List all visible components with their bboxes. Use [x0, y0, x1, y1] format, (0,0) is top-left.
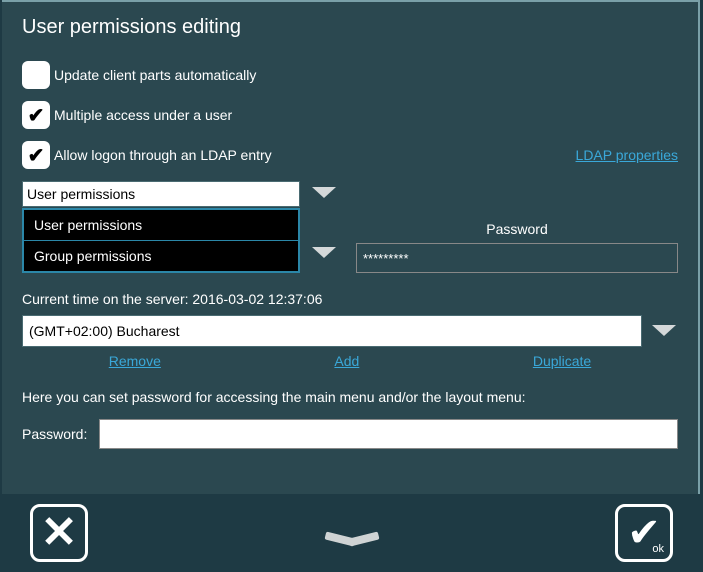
- cancel-button[interactable]: ✕: [30, 504, 88, 562]
- multi-access-row: Multiple access under a user: [22, 101, 678, 129]
- permission-select[interactable]: User permissions: [22, 181, 300, 207]
- dropdown-option-user[interactable]: User permissions: [24, 210, 298, 241]
- password2-label: Password:: [22, 426, 87, 442]
- ldap-logon-label: Allow logon through an LDAP entry: [54, 147, 272, 163]
- remove-link[interactable]: Remove: [109, 353, 161, 369]
- duplicate-link[interactable]: Duplicate: [533, 353, 591, 369]
- dropdown-option-group[interactable]: Group permissions: [24, 241, 298, 271]
- multi-access-checkbox[interactable]: [22, 101, 50, 129]
- permission-dropdown: User permissions Group permissions: [22, 208, 300, 273]
- ldap-properties-link[interactable]: LDAP properties: [576, 147, 678, 163]
- server-time-label: Current time on the server: 2016-03-02 1…: [22, 291, 678, 307]
- password-desc: Here you can set password for accessing …: [22, 389, 678, 405]
- multi-access-label: Multiple access under a user: [54, 107, 232, 123]
- password-input[interactable]: [356, 243, 678, 273]
- dialog-title: User permissions editing: [2, 2, 698, 53]
- timezone-select[interactable]: (GMT+02:00) Bucharest: [22, 315, 642, 347]
- chevron-down-icon: [652, 325, 676, 336]
- ldap-logon-checkbox[interactable]: [22, 141, 50, 169]
- add-link[interactable]: Add: [334, 353, 359, 369]
- close-icon: ✕: [41, 511, 78, 555]
- chevron-down-icon: [312, 247, 336, 258]
- ok-label: ok: [652, 543, 664, 555]
- auto-update-checkbox[interactable]: [22, 61, 50, 89]
- chevron-down-icon: [312, 187, 336, 198]
- auto-update-row: Update client parts automatically: [22, 61, 678, 89]
- auto-update-label: Update client parts automatically: [54, 67, 256, 83]
- ok-button[interactable]: ✔ ok: [615, 504, 673, 562]
- menu-password-input[interactable]: [99, 419, 678, 449]
- chevron-down-icon: [325, 535, 379, 549]
- password-label: Password: [356, 221, 678, 237]
